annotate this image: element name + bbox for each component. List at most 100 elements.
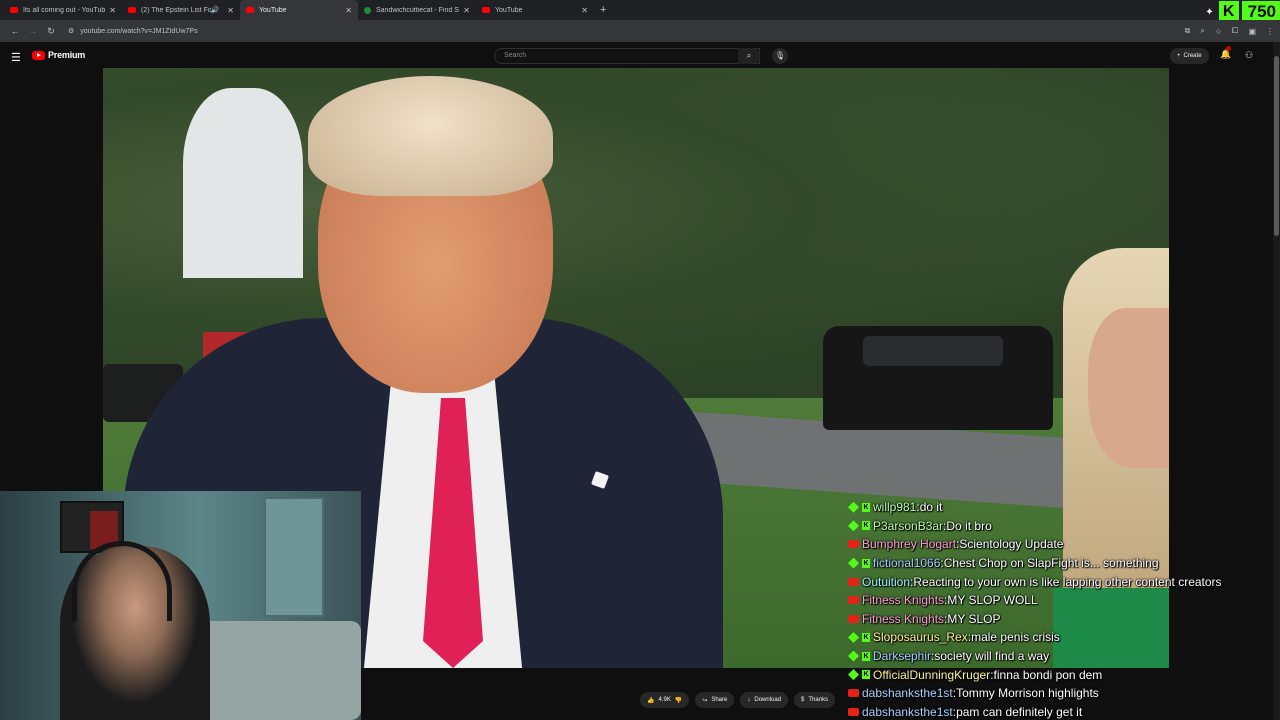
chat-username: Sloposaurus_Rex bbox=[873, 630, 968, 645]
forward-icon[interactable]: → bbox=[24, 26, 42, 36]
browser-tab[interactable]: YouTube ✕ bbox=[476, 0, 594, 20]
browser-tab[interactable]: (2) The Epstein List For Idio 🔊 ✕ bbox=[122, 0, 240, 20]
create-label: Create bbox=[1183, 53, 1202, 59]
chat-message: Fitness Knights: MY SLOP bbox=[848, 610, 1268, 629]
youtube-header: ☰ Premium Search ⌕ 🎙 + Create 🔔 ⚇ bbox=[0, 42, 1280, 70]
extensions-icon[interactable]: ⧠ bbox=[1232, 26, 1238, 36]
thumbs-up-icon[interactable]: 👍 bbox=[647, 697, 654, 704]
youtube-favicon-icon bbox=[246, 7, 254, 13]
chat-text: MY SLOP WOLL bbox=[947, 593, 1038, 608]
kick-badge-icon: K bbox=[862, 632, 870, 642]
address-bar: ← → ↻ ⚙ youtube.com/watch?v=JM1ZIdUw7Ps … bbox=[0, 20, 1280, 42]
thanks-button[interactable]: $ Thanks bbox=[794, 692, 836, 708]
share-label: Share bbox=[711, 697, 728, 703]
chat-text: Tommy Morrison highlights bbox=[956, 686, 1099, 701]
speaker-icon[interactable]: 🔊 bbox=[211, 6, 220, 14]
sidebar-icon[interactable]: ▣ bbox=[1248, 27, 1256, 36]
tab-label: YouTube bbox=[259, 6, 287, 14]
youtube-platform-icon bbox=[848, 577, 859, 586]
share-button[interactable]: ↪ Share bbox=[695, 692, 735, 708]
browser-tab[interactable]: Its all coming out - YouTube ✕ bbox=[4, 0, 122, 20]
browser-tab[interactable]: Sandwichcuttiecat - Find Sandw ✕ bbox=[358, 0, 476, 20]
close-tab-icon[interactable]: ✕ bbox=[581, 6, 588, 15]
chat-text: Scientology Update bbox=[959, 537, 1064, 552]
more-menu-icon[interactable]: ⋮ bbox=[1266, 27, 1274, 36]
streamer-webcam-overlay bbox=[0, 491, 361, 720]
chat-message: Kwillp981: do it bbox=[848, 498, 1268, 517]
youtube-platform-icon bbox=[848, 614, 859, 623]
tab-label: Sandwichcuttiecat - Find Sandw bbox=[376, 6, 459, 14]
chat-message: Outuition: Reacting to your own is like … bbox=[848, 572, 1268, 591]
reload-icon[interactable]: ↻ bbox=[42, 26, 60, 37]
kick-badge-icon: K bbox=[862, 558, 870, 568]
chat-text: Reacting to your own is like lapping oth… bbox=[913, 574, 1222, 589]
scrollbar-thumb[interactable] bbox=[1274, 56, 1279, 236]
site-info-icon[interactable]: ⚙ bbox=[68, 27, 74, 35]
chat-message: K Darksephir: society will find a way bbox=[848, 647, 1268, 666]
notifications-bell-icon[interactable]: 🔔 bbox=[1220, 46, 1231, 60]
download-label: Download bbox=[754, 697, 782, 703]
chat-message: K Sloposaurus_Rex: male penis crisis bbox=[848, 628, 1268, 647]
stream-chat-overlay: Kwillp981: do it K P3arsonB3ar: Do it bro B… bbox=[848, 498, 1268, 720]
download-button[interactable]: ↓ Download bbox=[740, 692, 789, 708]
chat-username: P3arsonB3ar bbox=[873, 518, 944, 533]
tab-label: Its all coming out - YouTube bbox=[23, 6, 106, 14]
url-field[interactable]: ⚙ youtube.com/watch?v=JM1ZIdUw7Ps bbox=[68, 27, 198, 36]
bookmark-star-icon[interactable]: ☆ bbox=[1215, 27, 1222, 36]
close-tab-icon[interactable]: ✕ bbox=[345, 6, 352, 15]
green-favicon-icon bbox=[364, 6, 371, 14]
back-icon[interactable]: ← bbox=[6, 26, 24, 36]
chat-username: dabshanksthe1st bbox=[862, 704, 953, 719]
kick-platform-icon bbox=[848, 669, 859, 681]
youtube-play-icon bbox=[32, 50, 45, 60]
browser-tab-active[interactable]: YouTube ✕ bbox=[240, 0, 358, 20]
address-bar-actions: ⧉ ⌕ ☆ ⧠ ▣ ⋮ bbox=[1185, 20, 1274, 42]
zoom-icon[interactable]: ⌕ bbox=[1200, 26, 1204, 36]
chat-text: MY SLOP bbox=[947, 611, 1001, 626]
browser-tab-strip: Its all coming out - YouTube ✕ (2) The E… bbox=[0, 0, 1280, 20]
microphone-icon[interactable]: 🎙 bbox=[772, 48, 788, 64]
thanks-label: Thanks bbox=[808, 697, 829, 703]
youtube-platform-icon bbox=[848, 596, 859, 605]
webcam-door bbox=[264, 497, 324, 617]
install-icon[interactable]: ⧉ bbox=[1185, 26, 1191, 36]
kick-badge-icon: K bbox=[862, 521, 870, 531]
youtube-favicon-icon bbox=[482, 7, 490, 13]
like-count: 4.9K bbox=[658, 697, 671, 703]
notification-badge bbox=[1226, 46, 1231, 51]
youtube-platform-icon bbox=[848, 689, 859, 698]
youtube-premium-logo[interactable]: Premium bbox=[32, 50, 85, 60]
kick-platform-icon bbox=[848, 631, 859, 643]
account-avatar[interactable]: ⚇ bbox=[1245, 50, 1253, 61]
chat-username: Darksephir bbox=[873, 649, 932, 664]
chat-username: dabshanksthe1st bbox=[862, 686, 953, 701]
video-scene-reporter-face bbox=[1088, 308, 1169, 468]
thanks-icon: $ bbox=[801, 697, 805, 703]
close-tab-icon[interactable]: ✕ bbox=[463, 6, 470, 15]
chat-username: Fitness Knights bbox=[862, 593, 945, 608]
chat-message: K OfficialDunningKruger: finna bondi pon … bbox=[848, 665, 1268, 684]
chat-username: willp981 bbox=[873, 500, 917, 515]
chat-username: OfficialDunningKruger bbox=[873, 667, 991, 682]
kick-platform-icon bbox=[848, 557, 859, 569]
create-button[interactable]: + Create bbox=[1170, 48, 1209, 64]
page-scrollbar[interactable] bbox=[1273, 42, 1280, 720]
thumbs-down-icon[interactable]: 👎 bbox=[675, 697, 682, 704]
video-scene-speaker-hair bbox=[308, 76, 553, 196]
close-tab-icon[interactable]: ✕ bbox=[109, 6, 116, 15]
new-tab-icon[interactable]: + bbox=[600, 4, 606, 16]
chat-text: society will find a way bbox=[934, 649, 1050, 664]
close-tab-icon[interactable]: ✕ bbox=[227, 6, 234, 15]
kick-badge-icon: K bbox=[862, 502, 870, 512]
plus-icon: + bbox=[1177, 53, 1181, 59]
chat-text: Do it bro bbox=[946, 518, 992, 533]
chat-message: Kfictional1066: Chest Chop on SlapFight … bbox=[848, 554, 1268, 573]
share-icon: ↪ bbox=[702, 697, 708, 704]
chat-text: finna bondi pon dem bbox=[993, 667, 1103, 682]
search-icon[interactable]: ⌕ bbox=[738, 48, 760, 64]
search-input[interactable]: Search bbox=[494, 48, 760, 64]
hamburger-menu-icon[interactable]: ☰ bbox=[11, 51, 21, 64]
like-dislike-button[interactable]: 👍 4.9K 👎 bbox=[640, 692, 690, 708]
logo-text: Premium bbox=[48, 50, 86, 60]
chat-message: Bumphrey Hogart: Scientology Update bbox=[848, 535, 1268, 554]
